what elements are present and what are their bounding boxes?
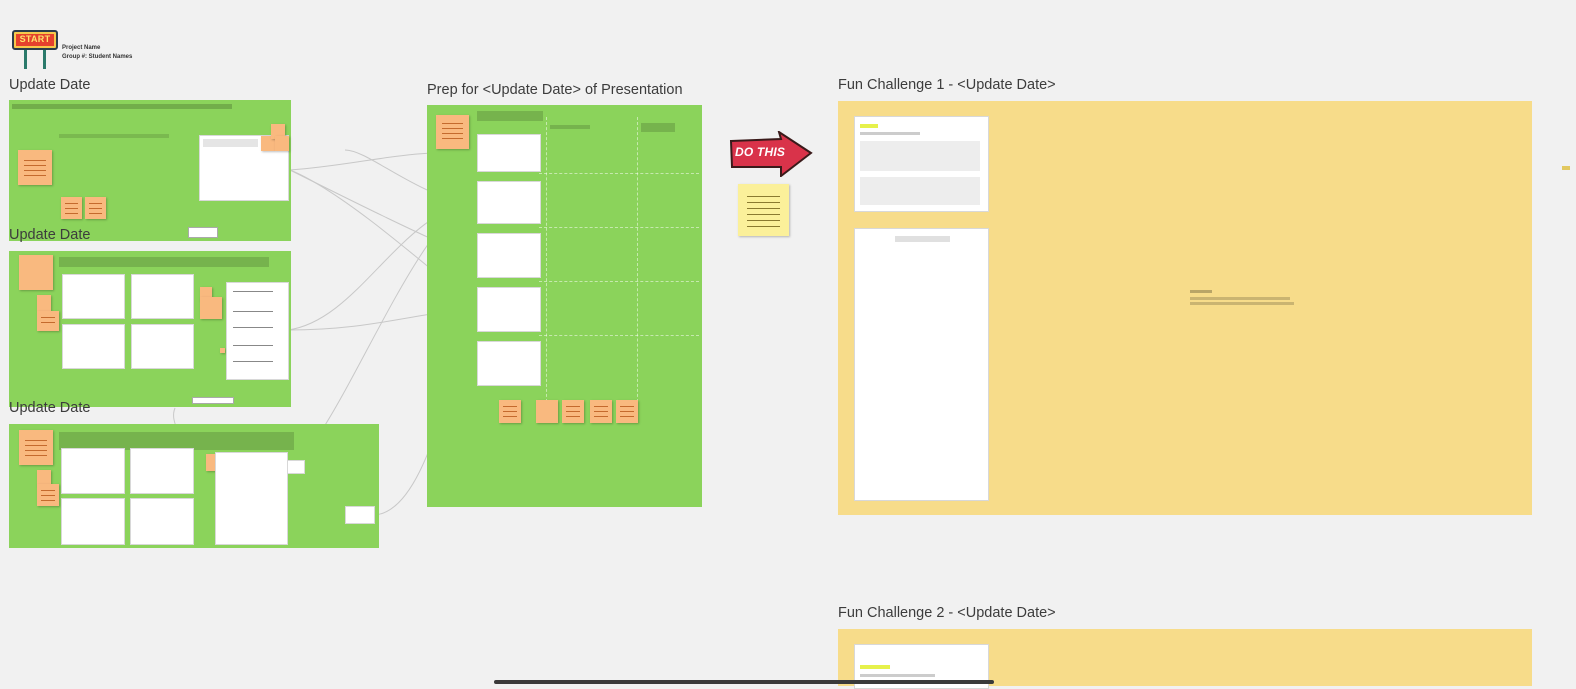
group-label: Group #: Student Names bbox=[62, 54, 133, 60]
frame-title-fun-1: Fun Challenge 1 - <Update Date> bbox=[838, 77, 1056, 93]
sticky-note[interactable] bbox=[220, 348, 225, 353]
sticky-note[interactable] bbox=[275, 136, 289, 151]
challenge-note bbox=[1190, 290, 1295, 310]
sticky-note[interactable] bbox=[85, 197, 106, 219]
do-this-arrow-icon: DO THIS bbox=[729, 131, 813, 177]
start-sign-icon: START bbox=[12, 29, 58, 71]
frame-title-update-2: Update Date bbox=[9, 227, 91, 243]
text-card[interactable] bbox=[287, 460, 305, 474]
update-frame-1[interactable] bbox=[9, 100, 291, 241]
frame-title-prep: Prep for <Update Date> of Presentation bbox=[427, 82, 683, 98]
fun-challenge-frame-1[interactable] bbox=[838, 101, 1532, 515]
text-card[interactable] bbox=[61, 498, 125, 545]
connector-label[interactable] bbox=[345, 506, 375, 524]
text-card[interactable] bbox=[130, 498, 194, 545]
text-card[interactable] bbox=[226, 282, 289, 380]
start-sign-label: START bbox=[19, 34, 51, 44]
frame-instructions bbox=[12, 104, 232, 109]
fun-challenge-frame-2[interactable] bbox=[838, 629, 1532, 689]
do-this-label: DO THIS bbox=[735, 145, 786, 159]
prep-header-text bbox=[477, 111, 543, 121]
sticky-note[interactable] bbox=[61, 197, 82, 219]
prep-card[interactable] bbox=[477, 233, 541, 278]
prep-frame[interactable] bbox=[427, 105, 702, 507]
sticky-note[interactable] bbox=[616, 400, 638, 423]
sticky-note[interactable] bbox=[436, 115, 469, 149]
sticky-note[interactable] bbox=[536, 400, 558, 423]
connector-label[interactable] bbox=[188, 227, 218, 238]
column-header-feedback bbox=[550, 125, 590, 129]
text-card[interactable] bbox=[62, 324, 125, 369]
update-frame-3[interactable] bbox=[9, 424, 379, 548]
frame-subtext bbox=[59, 134, 169, 138]
frame-title-fun-2: Fun Challenge 2 - <Update Date> bbox=[838, 605, 1056, 621]
update-frame-2[interactable] bbox=[9, 251, 291, 407]
text-card[interactable] bbox=[131, 274, 194, 319]
prep-card[interactable] bbox=[477, 181, 541, 224]
sticky-note[interactable] bbox=[19, 430, 53, 465]
prep-card[interactable] bbox=[477, 341, 541, 386]
challenge-card[interactable] bbox=[854, 228, 989, 501]
offscreen-marker bbox=[1562, 166, 1570, 170]
frame-instructions bbox=[59, 257, 269, 267]
connector-label[interactable] bbox=[192, 397, 234, 404]
sticky-note[interactable] bbox=[37, 311, 59, 331]
column-header-questions bbox=[641, 123, 675, 132]
sticky-note-yellow[interactable] bbox=[738, 184, 789, 236]
bottom-scrollbar[interactable] bbox=[494, 680, 994, 684]
sticky-note[interactable] bbox=[562, 400, 584, 423]
sticky-note[interactable] bbox=[499, 400, 521, 423]
sticky-note[interactable] bbox=[19, 255, 53, 290]
text-card[interactable] bbox=[130, 448, 194, 494]
project-name: Project Name bbox=[62, 45, 101, 51]
sticky-note[interactable] bbox=[200, 297, 222, 319]
text-card[interactable] bbox=[61, 448, 125, 494]
sticky-note[interactable] bbox=[18, 150, 52, 185]
sticky-note[interactable] bbox=[37, 484, 59, 506]
sticky-note[interactable] bbox=[37, 295, 51, 311]
prep-card[interactable] bbox=[477, 287, 541, 332]
frame-title-update-3: Update Date bbox=[9, 400, 91, 416]
frame-title-update-1: Update Date bbox=[9, 77, 91, 93]
prep-card[interactable] bbox=[477, 134, 541, 172]
sticky-note[interactable] bbox=[590, 400, 612, 423]
text-card[interactable] bbox=[131, 324, 194, 369]
text-card[interactable] bbox=[215, 452, 288, 545]
text-card[interactable] bbox=[62, 274, 125, 319]
challenge-card[interactable] bbox=[854, 116, 989, 212]
